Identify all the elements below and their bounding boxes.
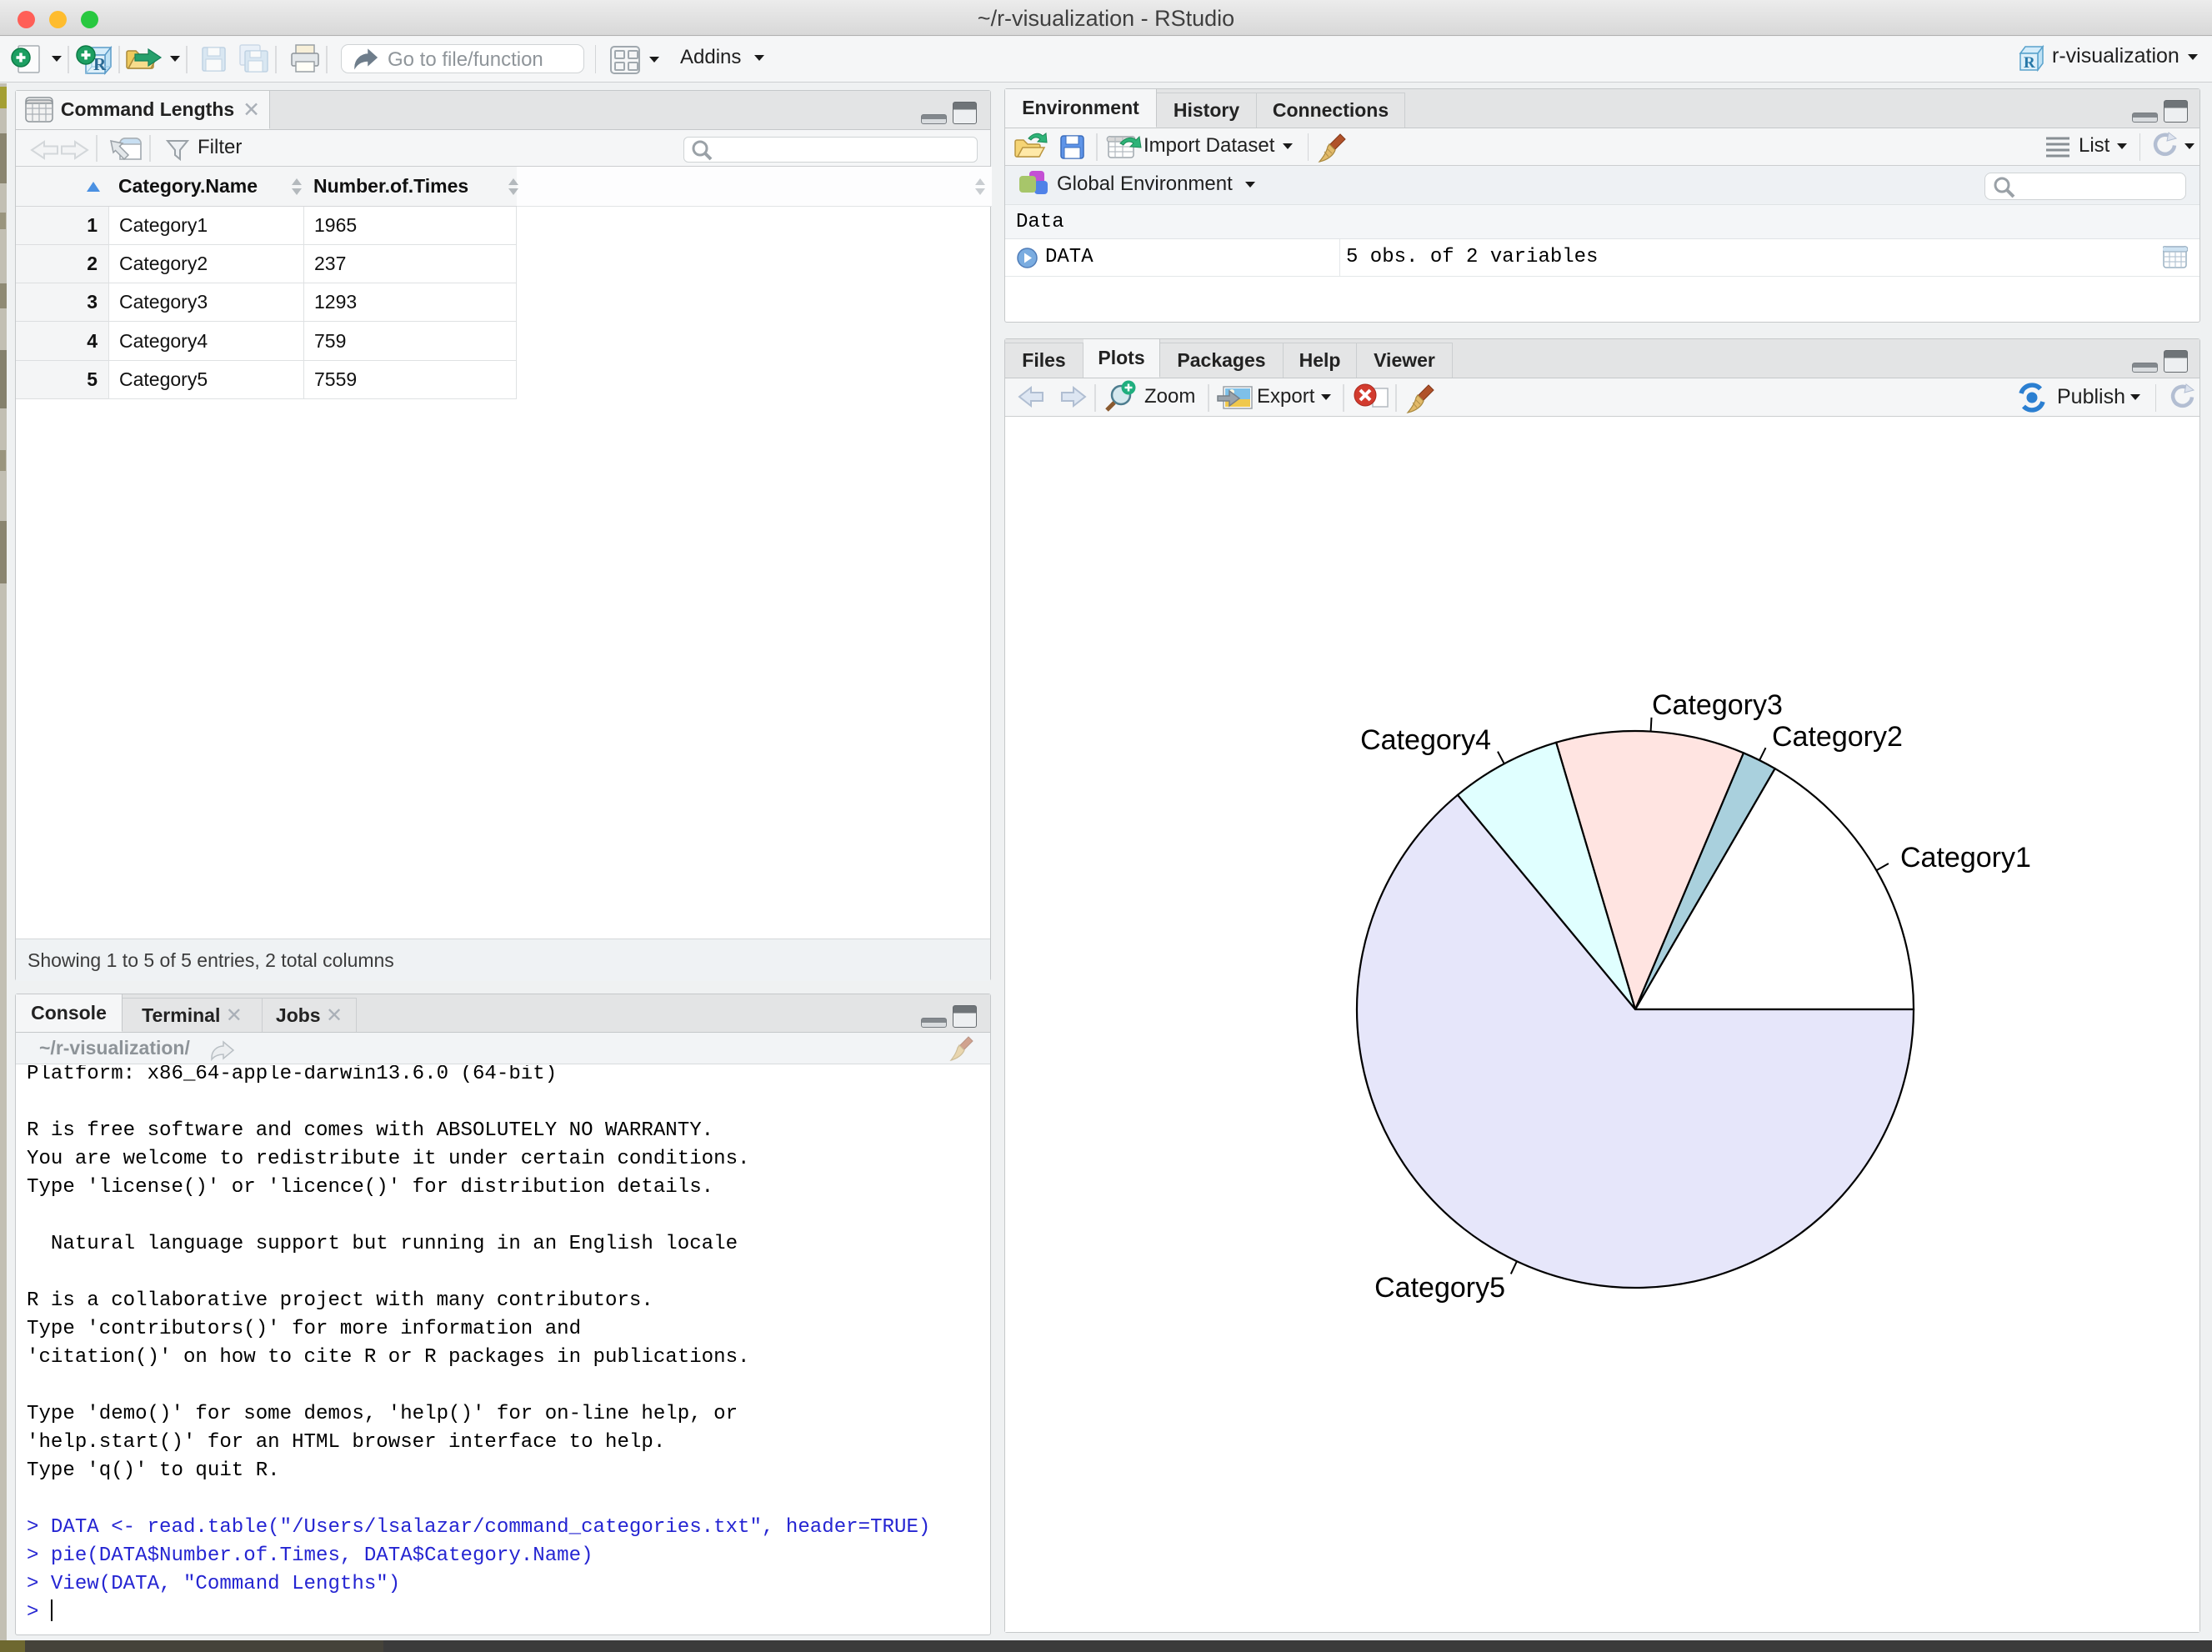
svg-text:R: R — [2024, 54, 2035, 72]
